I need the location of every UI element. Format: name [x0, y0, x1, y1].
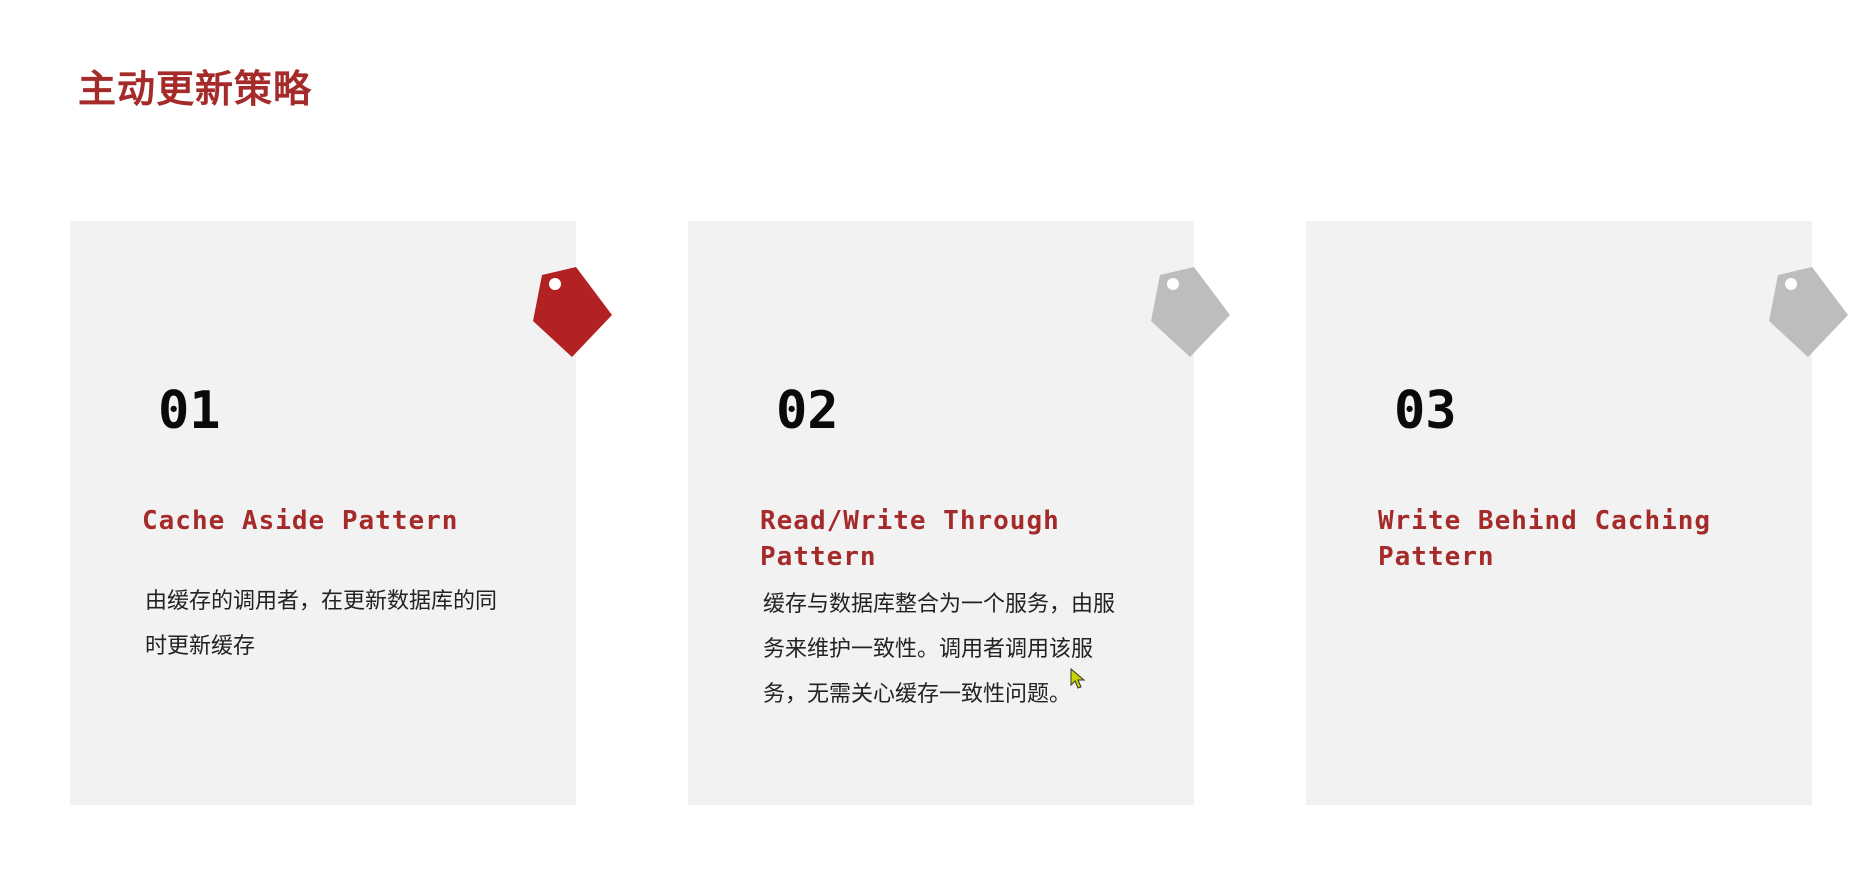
card-description: 缓存与数据库整合为一个服务，由服务来维护一致性。调用者调用该服务，无需关心缓存一… [763, 592, 1116, 707]
slide: 主动更新策略 01 Cache Aside Pattern 由缓存的调用者，在更… [0, 0, 1863, 875]
card-number: 01 [158, 381, 221, 441]
price-tag-icon [533, 267, 612, 357]
card-title: Cache Aside Pattern [142, 506, 459, 536]
strategy-card-cache-aside: 01 Cache Aside Pattern 由缓存的调用者，在更新数据库的同时… [70, 221, 612, 805]
card-title: Write Behind Caching Pattern [1378, 506, 1712, 572]
page-title: 主动更新策略 [78, 67, 313, 111]
card-title: Read/Write Through Pattern [760, 506, 1060, 572]
card-number: 03 [1394, 381, 1457, 441]
mouse-cursor-icon [1070, 668, 1086, 689]
card-description: 由缓存的调用者，在更新数据库的同时更新缓存 [145, 589, 498, 659]
price-tag-icon [1151, 267, 1230, 357]
strategy-card-write-behind: 03 Write Behind Caching Pattern [1306, 221, 1848, 805]
card-number: 02 [776, 381, 839, 441]
price-tag-icon [1769, 267, 1848, 357]
strategy-card-read-write-through: 02 Read/Write Through Pattern 缓存与数据库整合为一… [688, 221, 1230, 805]
